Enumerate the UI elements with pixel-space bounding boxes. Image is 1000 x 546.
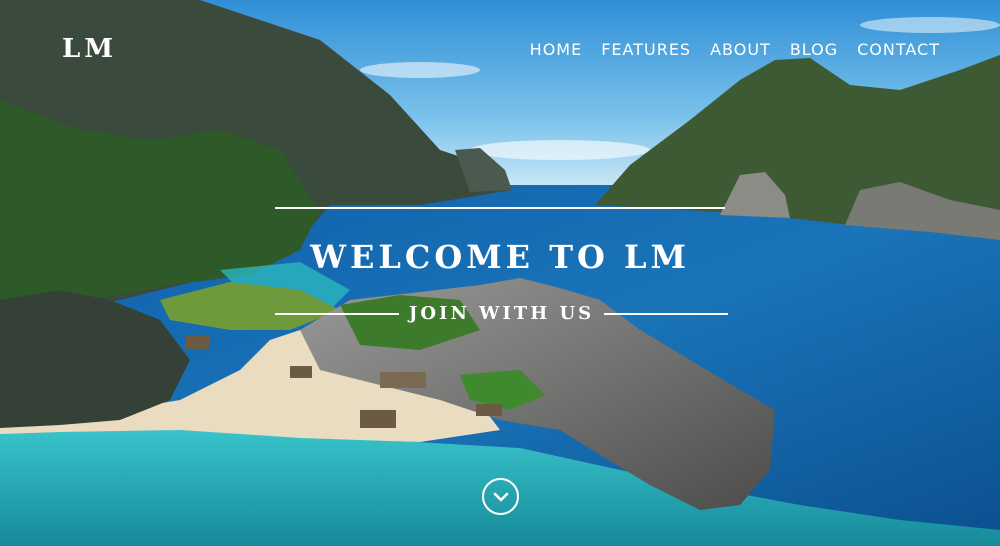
hero-subheadline: JOIN WITH US xyxy=(408,303,595,324)
subheadline-row: JOIN WITH US xyxy=(275,303,728,324)
subheadline-divider-right xyxy=(604,312,728,315)
subheadline-divider-left xyxy=(275,312,399,315)
main-nav: HOME FEATURES ABOUT BLOG CONTACT xyxy=(530,40,940,59)
nav-link-contact[interactable]: CONTACT xyxy=(857,40,940,59)
hero-headline: WELCOME TO LM xyxy=(310,238,690,276)
nav-link-features[interactable]: FEATURES xyxy=(601,40,691,59)
nav-link-home[interactable]: HOME xyxy=(530,40,583,59)
nav-link-about[interactable]: ABOUT xyxy=(710,40,771,59)
site-logo[interactable]: LM xyxy=(62,34,117,64)
hero-section: LM HOME FEATURES ABOUT BLOG CONTACT WELC… xyxy=(0,0,1000,546)
scroll-down-button[interactable] xyxy=(482,478,519,515)
nav-link-blog[interactable]: BLOG xyxy=(790,40,838,59)
chevron-down-icon xyxy=(493,492,508,501)
headline-divider xyxy=(275,207,725,209)
